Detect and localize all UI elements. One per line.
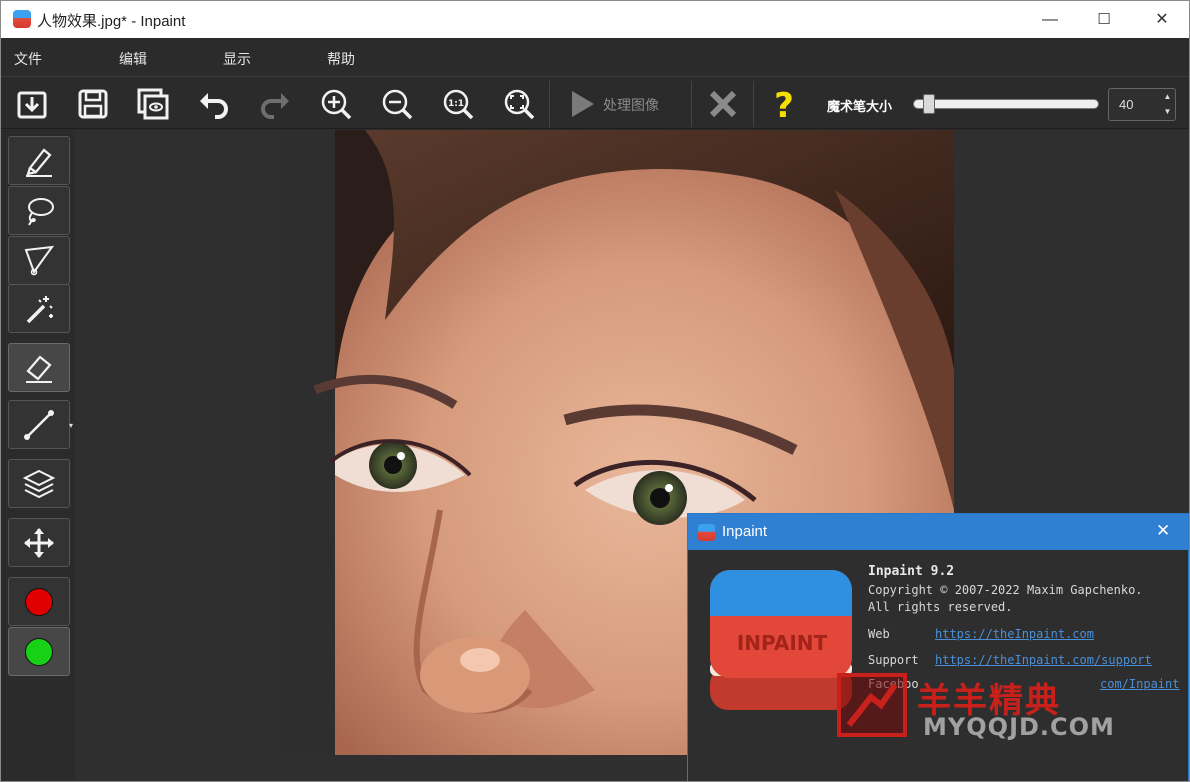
about-version: Inpaint 9.2 xyxy=(868,564,955,579)
minimize-button[interactable]: — xyxy=(1027,1,1073,38)
web-link[interactable]: https://theInpaint.com xyxy=(935,627,1094,641)
watermark-logo xyxy=(837,673,907,737)
about-title: Inpaint xyxy=(722,523,768,540)
svg-text:?: ? xyxy=(774,87,794,121)
process-button[interactable] xyxy=(561,83,601,125)
undo-icon xyxy=(200,93,228,119)
polygon-lasso-tool[interactable] xyxy=(8,236,70,285)
zoom-out-icon xyxy=(382,89,413,120)
line-icon xyxy=(24,409,54,440)
menu-edit[interactable]: 编辑 xyxy=(119,49,147,69)
red-color-swatch xyxy=(25,587,53,616)
clear-selection-button[interactable] xyxy=(701,83,745,125)
open-icon xyxy=(17,91,47,119)
move-tool[interactable] xyxy=(8,518,70,567)
redo-button[interactable] xyxy=(253,83,297,125)
help-icon: ? xyxy=(774,87,794,121)
watermark: 羊羊精典 MYQQJD.COM xyxy=(837,673,1114,743)
app-icon xyxy=(698,524,715,541)
eraser-icon xyxy=(26,354,52,383)
close-button[interactable]: ✕ xyxy=(1139,1,1185,38)
app-window: 人物效果.jpg* - Inpaint — ☐ ✕ 文件 编辑 显示 帮助 1:… xyxy=(0,0,1190,782)
menu-file[interactable]: 文件 xyxy=(14,49,42,69)
toolbar: 1:1 处理图像 ? 魔术笔大小 40 ▲ ▼ xyxy=(1,76,1189,129)
save-icon xyxy=(78,89,108,119)
magic-wand-tool[interactable] xyxy=(8,284,70,333)
spin-down-button[interactable]: ▼ xyxy=(1160,104,1175,119)
maximize-button[interactable]: ☐ xyxy=(1081,1,1127,38)
zoom-out-button[interactable] xyxy=(375,83,419,125)
menu-help[interactable]: 帮助 xyxy=(327,49,355,69)
marker-icon xyxy=(26,147,52,177)
lasso-tool[interactable] xyxy=(8,186,70,235)
zoom-in-icon xyxy=(321,89,352,120)
about-copyright: Copyright © 2007-2022 Maxim Gapchenko. xyxy=(868,583,1143,597)
brush-size-slider[interactable] xyxy=(913,99,1099,109)
brush-size-label: 魔术笔大小 xyxy=(827,99,893,114)
window-title: 人物效果.jpg* - Inpaint xyxy=(37,13,186,30)
app-icon xyxy=(13,10,31,28)
about-title-bar: Inpaint ✕ xyxy=(688,514,1188,550)
facebook-link[interactable]: com/Inpaint xyxy=(1100,677,1179,691)
save-button[interactable] xyxy=(71,83,115,125)
menu-view[interactable]: 显示 xyxy=(223,49,251,69)
green-color-swatch xyxy=(25,637,53,666)
support-link[interactable]: https://theInpaint.com/support xyxy=(935,653,1152,667)
menu-bar: 文件 编辑 显示 帮助 xyxy=(1,38,1189,76)
toolbar-separator xyxy=(549,81,550,127)
save-as-icon xyxy=(137,88,169,120)
marker-tool[interactable] xyxy=(8,136,70,185)
logo-text: INPAINT xyxy=(737,631,828,655)
about-rights: All rights reserved. xyxy=(868,600,1013,614)
svg-text:1:1: 1:1 xyxy=(448,99,464,109)
layers-tool[interactable] xyxy=(8,459,70,508)
watermark-en: MYQQJD.COM xyxy=(923,713,1115,741)
process-label[interactable]: 处理图像 xyxy=(603,95,659,115)
fit-window-button[interactable] xyxy=(497,83,541,125)
save-as-button[interactable] xyxy=(131,83,175,125)
open-button[interactable] xyxy=(10,83,54,125)
actual-size-button[interactable]: 1:1 xyxy=(436,83,480,125)
support-label: Support xyxy=(868,653,919,667)
fit-window-icon xyxy=(504,89,535,120)
toolbar-separator xyxy=(753,81,754,127)
line-tool[interactable]: ▾ xyxy=(8,400,73,449)
eraser-tool[interactable] xyxy=(8,343,70,392)
spin-up-button[interactable]: ▲ xyxy=(1160,89,1175,104)
help-button[interactable]: ? xyxy=(762,83,806,125)
tool-palette: ▾ xyxy=(1,130,75,781)
actual-size-icon: 1:1 xyxy=(443,89,474,120)
mask-color-button[interactable] xyxy=(8,577,70,626)
zoom-in-button[interactable] xyxy=(314,83,358,125)
polygon-lasso-icon xyxy=(24,245,55,275)
play-icon xyxy=(572,91,594,117)
about-close-button[interactable]: ✕ xyxy=(1156,521,1170,541)
redo-icon xyxy=(261,93,289,119)
lasso-icon xyxy=(28,197,54,226)
undo-button[interactable] xyxy=(192,83,236,125)
web-label: Web xyxy=(868,627,890,641)
move-icon xyxy=(24,527,54,558)
inpaint-logo: INPAINT xyxy=(710,570,852,710)
brush-size-slider-thumb[interactable] xyxy=(923,94,935,114)
toolbar-separator xyxy=(691,81,692,127)
title-bar: 人物效果.jpg* - Inpaint — ☐ ✕ xyxy=(1,1,1189,38)
brush-size-spinbox[interactable]: 40 ▲ ▼ xyxy=(1108,88,1176,121)
magic-wand-icon xyxy=(26,295,53,323)
layers-icon xyxy=(22,469,56,498)
clear-selection-icon xyxy=(709,90,737,118)
brush-size-value[interactable]: 40 xyxy=(1119,97,1133,112)
donor-color-button[interactable] xyxy=(8,627,70,676)
line-tool-dropdown[interactable]: ▾ xyxy=(69,421,73,430)
